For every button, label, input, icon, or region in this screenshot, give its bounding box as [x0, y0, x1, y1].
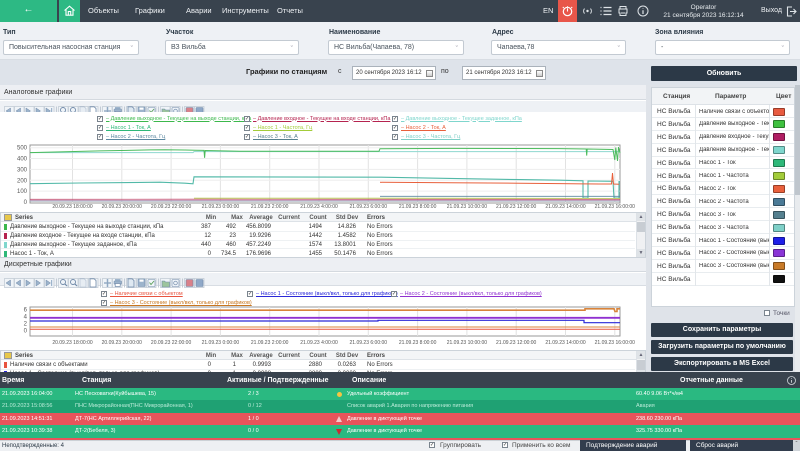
svg-text:4: 4: [24, 315, 28, 321]
svg-text:0: 0: [24, 329, 28, 335]
svg-text:400: 400: [17, 157, 28, 163]
svg-text:100: 100: [17, 189, 28, 195]
svg-text:500: 500: [17, 146, 28, 152]
svg-text:300: 300: [17, 167, 28, 173]
svg-text:200: 200: [17, 178, 28, 184]
svg-text:6: 6: [24, 308, 28, 314]
svg-text:2: 2: [24, 322, 28, 328]
